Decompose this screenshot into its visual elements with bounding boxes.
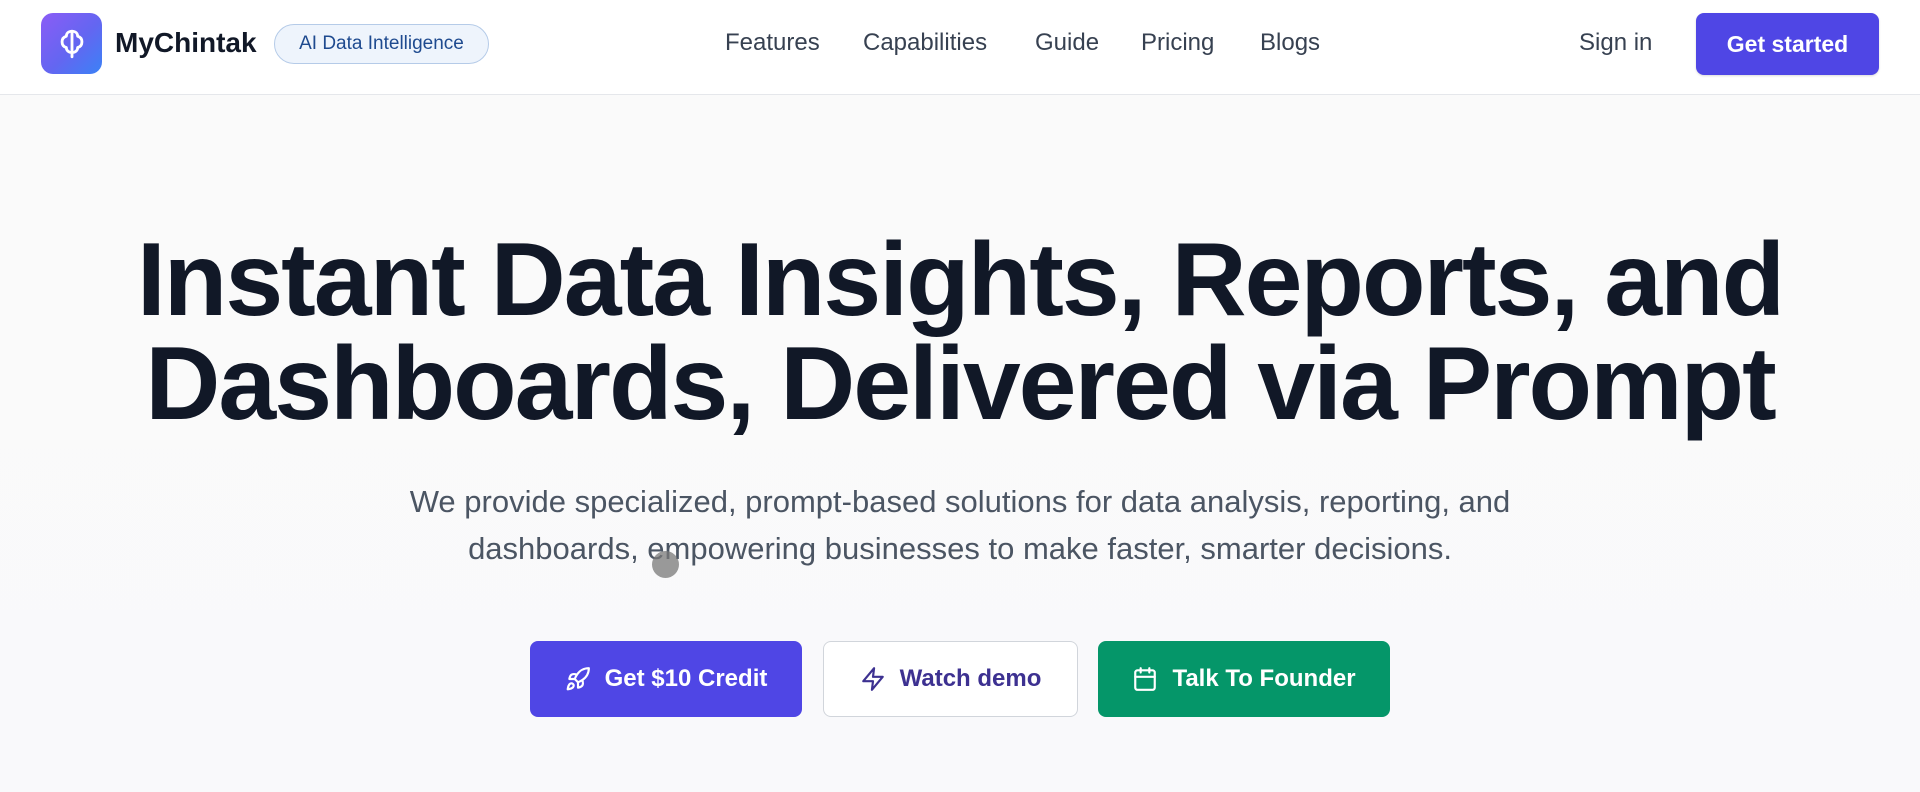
hero-title-line-1: Instant Data Insights, Reports, and: [136, 222, 1785, 338]
hero-title-line-2: Dashboards, Delivered via Prompt: [145, 326, 1776, 442]
brain-icon[interactable]: [41, 13, 102, 74]
site-header: MyChintak AI Data Intelligence Features …: [0, 0, 1920, 95]
talk-to-founder-label: Talk To Founder: [1172, 665, 1356, 692]
talk-to-founder-button[interactable]: Talk To Founder: [1098, 641, 1390, 717]
nav-blogs[interactable]: Blogs: [1260, 28, 1320, 58]
sign-in-link[interactable]: Sign in: [1579, 28, 1652, 58]
lightning-icon: [860, 666, 886, 692]
hero-subtitle-line-1: We provide specialized, prompt-based sol…: [409, 484, 1511, 519]
nav-guide[interactable]: Guide: [1035, 28, 1099, 58]
get-credit-label: Get $10 Credit: [604, 665, 768, 692]
watch-demo-label: Watch demo: [899, 665, 1042, 692]
nav-capabilities[interactable]: Capabilities: [863, 28, 987, 58]
hero-subtitle: We provide specialized, prompt-based sol…: [330, 478, 1590, 572]
mouse-cursor-indicator: [652, 551, 679, 578]
brand-name[interactable]: MyChintak: [115, 26, 257, 60]
get-started-button[interactable]: Get started: [1696, 13, 1879, 75]
watch-demo-button[interactable]: Watch demo: [823, 641, 1078, 717]
nav-features[interactable]: Features: [725, 28, 820, 58]
brand-badge: AI Data Intelligence: [274, 24, 489, 64]
nav-pricing[interactable]: Pricing: [1141, 28, 1214, 58]
get-credit-button[interactable]: Get $10 Credit: [530, 641, 802, 717]
hero-title: Instant Data Insights, Reports, and Dash…: [60, 228, 1860, 436]
hero-subtitle-line-2: dashboards, empowering businesses to mak…: [468, 531, 1452, 566]
calendar-icon: [1132, 666, 1158, 692]
rocket-icon: [565, 666, 591, 692]
